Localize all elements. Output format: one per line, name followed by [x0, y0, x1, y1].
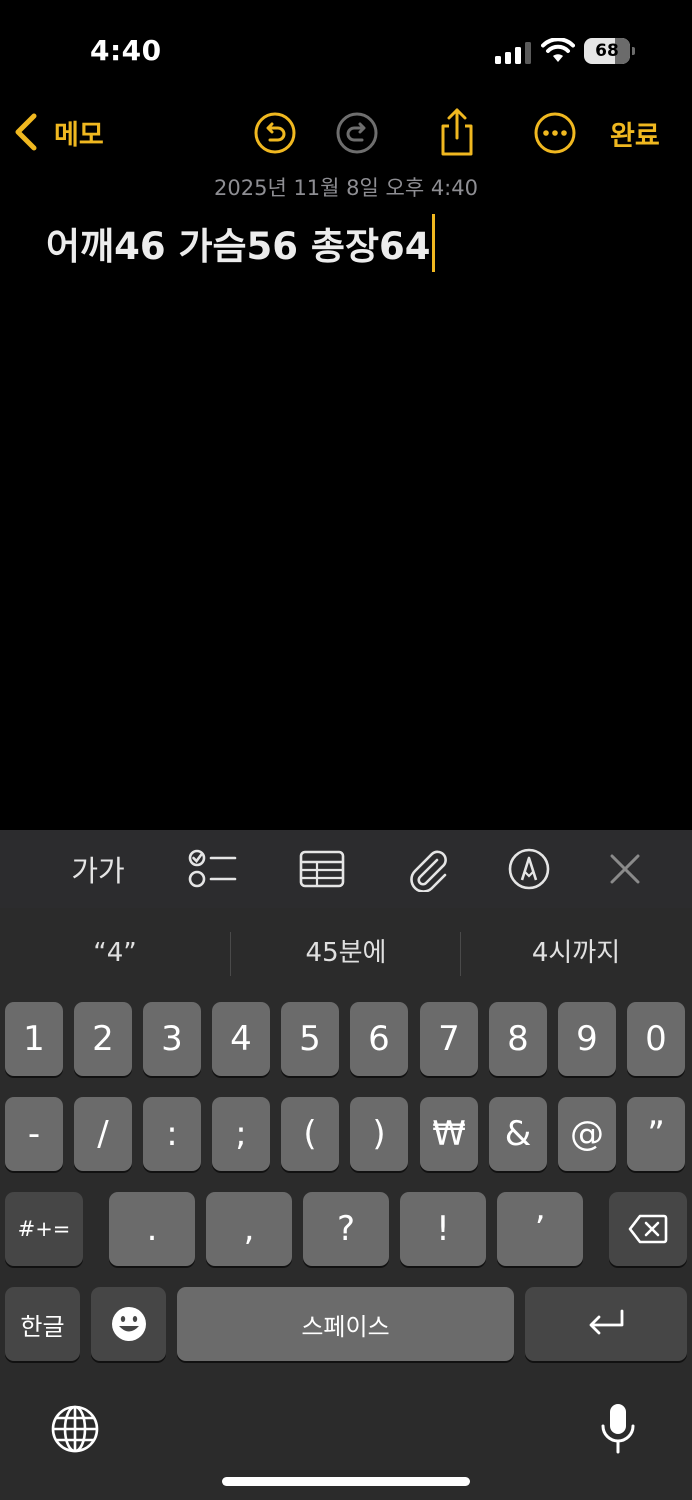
key-9[interactable]: 9: [558, 1002, 616, 1076]
markup-icon: [508, 848, 550, 890]
checklist-button[interactable]: [184, 842, 240, 896]
suggestion-3[interactable]: 4시까지: [461, 930, 691, 976]
key-3[interactable]: 3: [143, 1002, 201, 1076]
attachment-button[interactable]: [402, 842, 452, 896]
key-won[interactable]: ₩: [420, 1097, 478, 1171]
more-icon[interactable]: [532, 110, 578, 156]
language-key[interactable]: 한글: [5, 1287, 80, 1361]
key-4[interactable]: 4: [212, 1002, 270, 1076]
key-2[interactable]: 2: [74, 1002, 132, 1076]
key-open-paren[interactable]: (: [281, 1097, 339, 1171]
checklist-icon: [188, 849, 237, 888]
return-icon: [589, 1309, 624, 1335]
status-time: 4:40: [90, 34, 162, 67]
key-period[interactable]: .: [109, 1192, 195, 1266]
battery-indicator: 68: [584, 38, 636, 64]
key-0[interactable]: 0: [627, 1002, 685, 1076]
backspace-icon: [628, 1214, 668, 1244]
wifi-icon: [541, 38, 575, 62]
key-hyphen[interactable]: -: [5, 1097, 63, 1171]
key-apostrophe[interactable]: ’: [497, 1192, 583, 1266]
suggestion-1[interactable]: “4”: [0, 930, 230, 976]
note-toolbar: 메모 완료: [0, 100, 692, 170]
key-6[interactable]: 6: [350, 1002, 408, 1076]
undo-icon[interactable]: [252, 110, 298, 156]
text-format-button[interactable]: 가가: [62, 842, 134, 896]
share-icon[interactable]: [434, 106, 480, 158]
status-bar: 4:40 68: [0, 0, 692, 100]
key-comma[interactable]: ,: [206, 1192, 292, 1266]
key-7[interactable]: 7: [420, 1002, 478, 1076]
battery-level: 68: [595, 41, 619, 61]
key-1[interactable]: 1: [5, 1002, 63, 1076]
back-button[interactable]: 메모: [12, 110, 104, 154]
key-quote[interactable]: ”: [627, 1097, 685, 1171]
cellular-signal-icon: [495, 42, 531, 64]
key-5[interactable]: 5: [281, 1002, 339, 1076]
note-date: 2025년 11월 8일 오후 4:40: [214, 176, 478, 200]
emoji-icon: [111, 1307, 146, 1341]
keyboard-accessory-bar: 가가: [0, 830, 692, 908]
markup-button[interactable]: [504, 842, 554, 896]
text-format-label: 가가: [71, 854, 125, 888]
attachment-icon: [410, 850, 447, 892]
suggestion-2[interactable]: 45분에: [231, 930, 461, 976]
text-cursor: [432, 214, 436, 272]
key-8[interactable]: 8: [489, 1002, 547, 1076]
chevron-left-icon: [15, 113, 37, 151]
table-button[interactable]: [296, 842, 348, 896]
key-colon[interactable]: :: [143, 1097, 201, 1171]
key-slash[interactable]: /: [74, 1097, 132, 1171]
suggestion-bar: “4” 45분에 4시까지: [0, 908, 692, 998]
note-text: 어깨46 가슴56 총장64: [46, 225, 431, 268]
microphone-icon[interactable]: [598, 1402, 638, 1456]
back-label: 메모: [54, 119, 104, 151]
space-key[interactable]: 스페이스: [177, 1287, 514, 1361]
return-key[interactable]: [525, 1287, 687, 1361]
key-ampersand[interactable]: &: [489, 1097, 547, 1171]
close-accessory-button[interactable]: [602, 842, 648, 896]
close-icon: [610, 854, 640, 884]
redo-icon[interactable]: [334, 110, 380, 156]
key-semicolon[interactable]: ;: [212, 1097, 270, 1171]
home-indicator[interactable]: [222, 1477, 470, 1486]
done-button[interactable]: 완료: [610, 114, 660, 153]
table-icon: [299, 850, 345, 888]
key-close-paren[interactable]: ): [350, 1097, 408, 1171]
key-question[interactable]: ?: [303, 1192, 389, 1266]
globe-icon[interactable]: [50, 1404, 100, 1454]
delete-key[interactable]: [609, 1192, 687, 1266]
symbols-toggle-key[interactable]: #+=: [5, 1192, 83, 1266]
note-text-editor[interactable]: 어깨46 가슴56 총장64: [46, 214, 436, 272]
key-exclamation[interactable]: !: [400, 1192, 486, 1266]
keyboard: “4” 45분에 4시까지 1 2 3 4 5 6 7 8 9 0 - / : …: [0, 908, 692, 1500]
key-at[interactable]: @: [558, 1097, 616, 1171]
emoji-key[interactable]: [91, 1287, 166, 1361]
